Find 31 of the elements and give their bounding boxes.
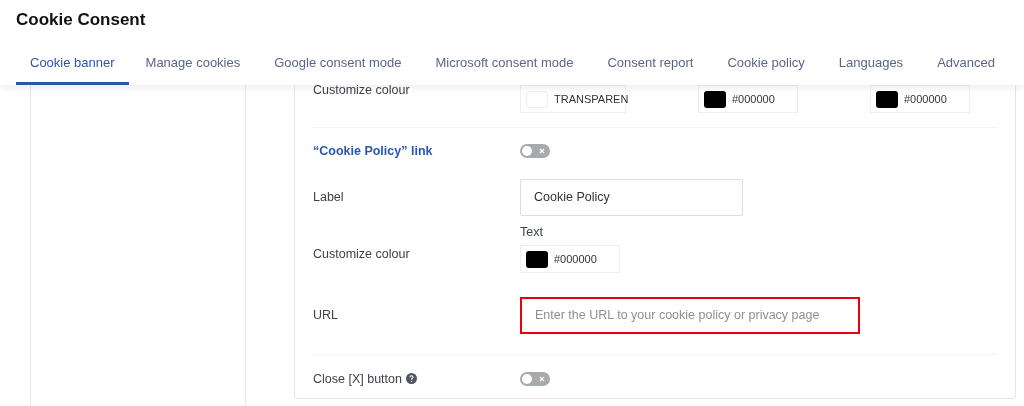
tab[interactable]: Manage cookies <box>128 40 258 85</box>
color-value: #000000 <box>554 252 597 268</box>
color-field[interactable]: #000000 <box>870 85 970 113</box>
color-field[interactable]: #000000 <box>698 85 798 113</box>
color-field[interactable]: TRANSPAREN <box>520 85 626 113</box>
color-value: TRANSPAREN <box>554 91 629 107</box>
field-label: URL <box>313 306 339 324</box>
field-label: Customize colour <box>313 82 411 99</box>
cross-icon <box>539 148 545 154</box>
toggle-switch[interactable] <box>520 372 550 386</box>
tab[interactable]: Cookie banner <box>16 40 129 85</box>
swatch-caption: Text <box>520 223 544 241</box>
text-field[interactable]: Cookie Policy <box>520 178 743 216</box>
color-value: #000000 <box>732 91 775 107</box>
field-label: Close [X] button <box>313 371 402 386</box>
cross-icon <box>539 376 545 382</box>
help-icon[interactable] <box>405 372 417 384</box>
tab[interactable]: Cookie policy <box>710 40 822 85</box>
tab[interactable]: Consent report <box>590 40 711 85</box>
field-label: Customize colour <box>313 245 411 263</box>
toggle-switch[interactable] <box>520 144 550 158</box>
field-label: Label <box>313 188 345 206</box>
tab[interactable]: Advanced <box>920 40 1012 85</box>
tab[interactable]: Languages <box>821 40 921 85</box>
tab[interactable]: Google consent mode <box>257 40 419 85</box>
url-field[interactable]: Enter the URL to your cookie policy or privacy page <box>520 296 860 334</box>
color-field[interactable]: #000000 <box>520 245 620 274</box>
tab[interactable]: Microsoft consent mode <box>418 40 591 85</box>
color-value: #000000 <box>904 91 947 107</box>
field-label: “Cookie Policy” link <box>313 143 433 158</box>
page-title: Cookie Consent <box>15 9 147 31</box>
